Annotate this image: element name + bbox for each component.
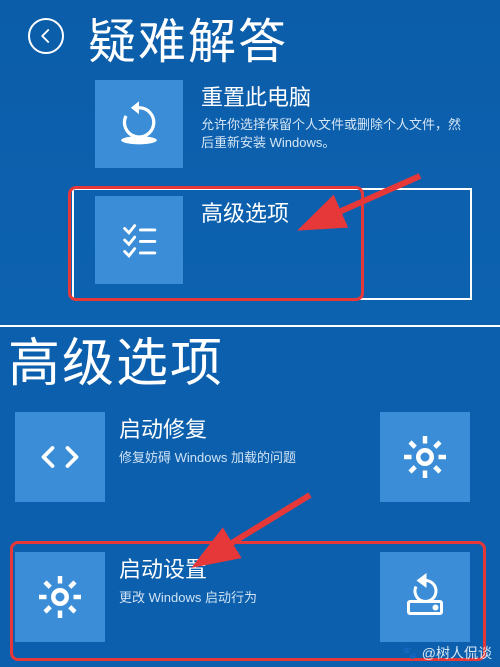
gear-icon: [380, 412, 470, 502]
option-desc: 修复妨碍 Windows 加载的问题: [119, 447, 296, 466]
option-title: 高级选项: [201, 196, 289, 228]
reset-icon: [95, 80, 183, 168]
option-recovery-right-2[interactable]: [380, 552, 470, 642]
drive-icon: [380, 552, 470, 642]
advanced-options-screen: 高级选项 启动修复 修复妨碍 Windows 加载的问题 启动设: [0, 325, 500, 667]
page-title: 高级选项: [8, 321, 224, 396]
watermark: 🐾 @树人侃谈: [402, 643, 492, 663]
option-title: 启动设置: [119, 552, 257, 584]
option-startup-settings[interactable]: 启动设置 更改 Windows 启动行为: [15, 552, 257, 642]
code-icon: [15, 412, 105, 502]
annotation-arrow: [310, 170, 430, 235]
option-startup-repair[interactable]: 启动修复 修复妨碍 Windows 加载的问题: [15, 412, 296, 502]
arrow-left-icon: [37, 27, 55, 45]
page-title: 疑难解答: [88, 2, 288, 72]
option-desc: 允许你选择保留个人文件或删除个人文件，然后重新安装 Windows。: [201, 116, 471, 152]
option-desc: 更改 Windows 启动行为: [119, 587, 257, 606]
option-title: 启动修复: [119, 412, 296, 444]
option-title: 重置此电脑: [201, 80, 471, 112]
gear-icon: [15, 552, 105, 642]
checklist-icon: [95, 196, 183, 284]
paw-icon: 🐾: [402, 645, 418, 661]
option-reset-pc[interactable]: 重置此电脑 允许你选择保留个人文件或删除个人文件，然后重新安装 Windows。: [95, 80, 471, 168]
watermark-text: @树人侃谈: [422, 643, 492, 663]
option-gear-right-1[interactable]: [380, 412, 470, 502]
option-advanced[interactable]: 高级选项: [95, 196, 289, 284]
back-button[interactable]: [28, 18, 64, 54]
troubleshoot-screen: 疑难解答 重置此电脑 允许你选择保留个人文件或删除个人文件，然后重新安装 Win…: [0, 0, 500, 325]
